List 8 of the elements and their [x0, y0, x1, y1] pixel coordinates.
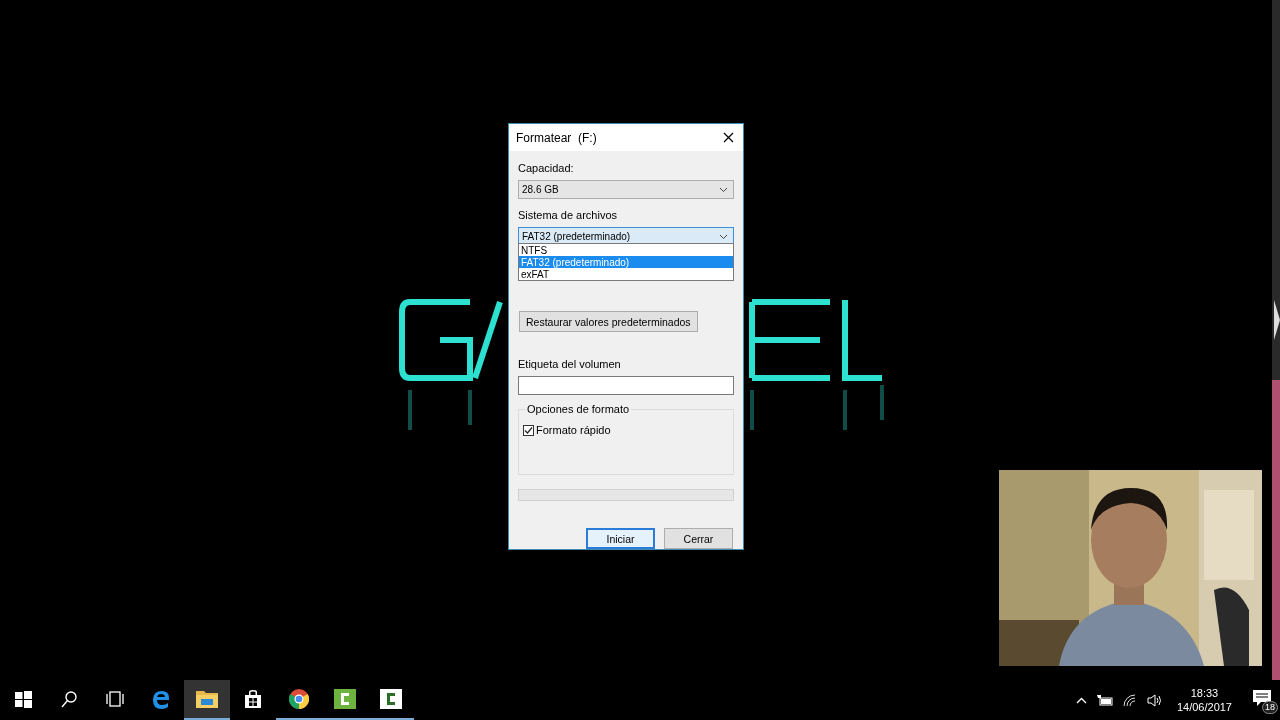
- clock-date[interactable]: 14/06/2017: [1176, 701, 1232, 713]
- battery-icon[interactable]: [1096, 694, 1113, 706]
- chevron-up-icon[interactable]: [1075, 696, 1087, 704]
- wifi-icon[interactable]: [1122, 693, 1137, 707]
- clock-time[interactable]: 18:33: [1190, 687, 1219, 699]
- speaker-icon[interactable]: [1146, 693, 1163, 707]
- folder-icon[interactable]: [184, 680, 230, 720]
- notification-count: 18: [1262, 701, 1278, 714]
